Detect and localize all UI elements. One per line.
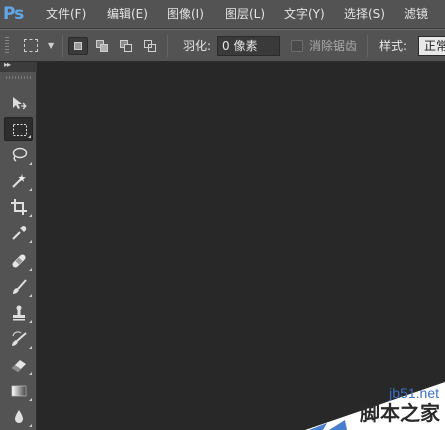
- style-select[interactable]: 正常: [418, 36, 445, 56]
- add-to-selection-button[interactable]: [93, 37, 113, 55]
- site-watermark: jb51.net 脚本之家: [305, 374, 445, 430]
- menu-bar: Ps 文件(F) 编辑(E) 图像(I) 图层(L) 文字(Y) 选择(S) 滤…: [0, 0, 445, 29]
- marquee-icon: [24, 39, 38, 52]
- tool-flyout-indicator: [29, 214, 32, 217]
- blur-tool[interactable]: [4, 405, 33, 429]
- photoshop-logo[interactable]: Ps: [3, 3, 30, 26]
- tool-flyout-indicator: [29, 240, 32, 243]
- feather-input[interactable]: 0 像素: [217, 36, 280, 56]
- add-selection-icon-overlay: [100, 44, 108, 52]
- eyedropper-icon: [12, 226, 27, 240]
- subtract-selection-icon-overlay: [124, 44, 132, 52]
- tool-flyout-indicator: [29, 320, 32, 323]
- history-brush-tool[interactable]: [4, 327, 33, 351]
- tool-flyout-indicator: [29, 398, 32, 401]
- subtract-from-selection-button[interactable]: [117, 37, 137, 55]
- healing-brush-tool[interactable]: [4, 249, 33, 273]
- intersect-selection-icon-overlay: [148, 44, 156, 52]
- watermark-site-name: 脚本之家: [360, 401, 440, 425]
- feather-label: 羽化:: [183, 39, 212, 53]
- eyedropper-tool[interactable]: [4, 221, 33, 245]
- tools-panel-header[interactable]: ▸▸: [0, 60, 37, 72]
- new-selection-icon: [74, 42, 82, 50]
- tool-flyout-indicator: [29, 268, 32, 271]
- lasso-tool[interactable]: [4, 143, 33, 167]
- menu-image[interactable]: 图像(I): [167, 7, 204, 22]
- tool-flyout-indicator: [28, 135, 31, 138]
- intersect-selection-button[interactable]: [141, 37, 161, 55]
- brush-tool[interactable]: [4, 275, 33, 299]
- tool-flyout-indicator: [29, 424, 32, 427]
- brush-icon: [13, 279, 27, 294]
- history-brush-icon: [12, 331, 27, 346]
- menu-type[interactable]: 文字(Y): [284, 7, 325, 22]
- tool-flyout-indicator: [29, 346, 32, 349]
- tools-panel: ▸▸: [0, 60, 37, 430]
- tool-flyout-indicator: [29, 372, 32, 375]
- tool-flyout-indicator: [29, 162, 32, 165]
- tools-panel-grip[interactable]: [6, 76, 32, 79]
- magic-wand-tool[interactable]: [4, 169, 33, 193]
- lasso-icon: [12, 147, 28, 162]
- menu-layer[interactable]: 图层(L): [225, 7, 265, 22]
- magic-wand-icon: [12, 174, 26, 188]
- antialias-label: 消除锯齿: [309, 39, 358, 53]
- bandage-icon: [12, 254, 26, 268]
- stamp-icon: [13, 305, 25, 321]
- eraser-icon: [12, 360, 26, 372]
- style-label: 样式:: [379, 39, 408, 53]
- menu-filter[interactable]: 滤镜: [404, 7, 428, 22]
- expand-panel-icon: ▸▸: [4, 60, 11, 69]
- tool-flyout-indicator: [29, 294, 32, 297]
- antialias-checkbox[interactable]: [291, 40, 303, 52]
- options-bar-grip[interactable]: [5, 37, 9, 55]
- menu-select[interactable]: 选择(S): [344, 7, 385, 22]
- droplet-icon: [15, 410, 23, 423]
- gradient-icon: [11, 385, 27, 397]
- move-tool[interactable]: [4, 91, 33, 115]
- options-bar: ▼ 羽化: 0 像素 消除锯齿 样式: 正常: [0, 29, 445, 62]
- chevron-down-icon: ▼: [48, 41, 55, 50]
- clone-stamp-tool[interactable]: [4, 301, 33, 325]
- options-divider: [167, 35, 168, 57]
- menu-edit[interactable]: 编辑(E): [107, 7, 148, 22]
- tool-preset-picker[interactable]: ▼: [18, 36, 58, 56]
- gradient-tool[interactable]: [4, 379, 33, 403]
- options-divider: [62, 35, 63, 57]
- options-divider: [367, 35, 368, 57]
- eraser-tool[interactable]: [4, 353, 33, 377]
- crop-tool[interactable]: [4, 195, 33, 219]
- rectangular-marquee-tool[interactable]: [4, 117, 33, 141]
- new-selection-button[interactable]: [68, 37, 88, 55]
- tool-flyout-indicator: [29, 188, 32, 191]
- move-icon: [13, 97, 27, 110]
- menu-file[interactable]: 文件(F): [46, 7, 86, 22]
- crop-icon: [11, 199, 27, 215]
- marquee-icon: [13, 124, 27, 136]
